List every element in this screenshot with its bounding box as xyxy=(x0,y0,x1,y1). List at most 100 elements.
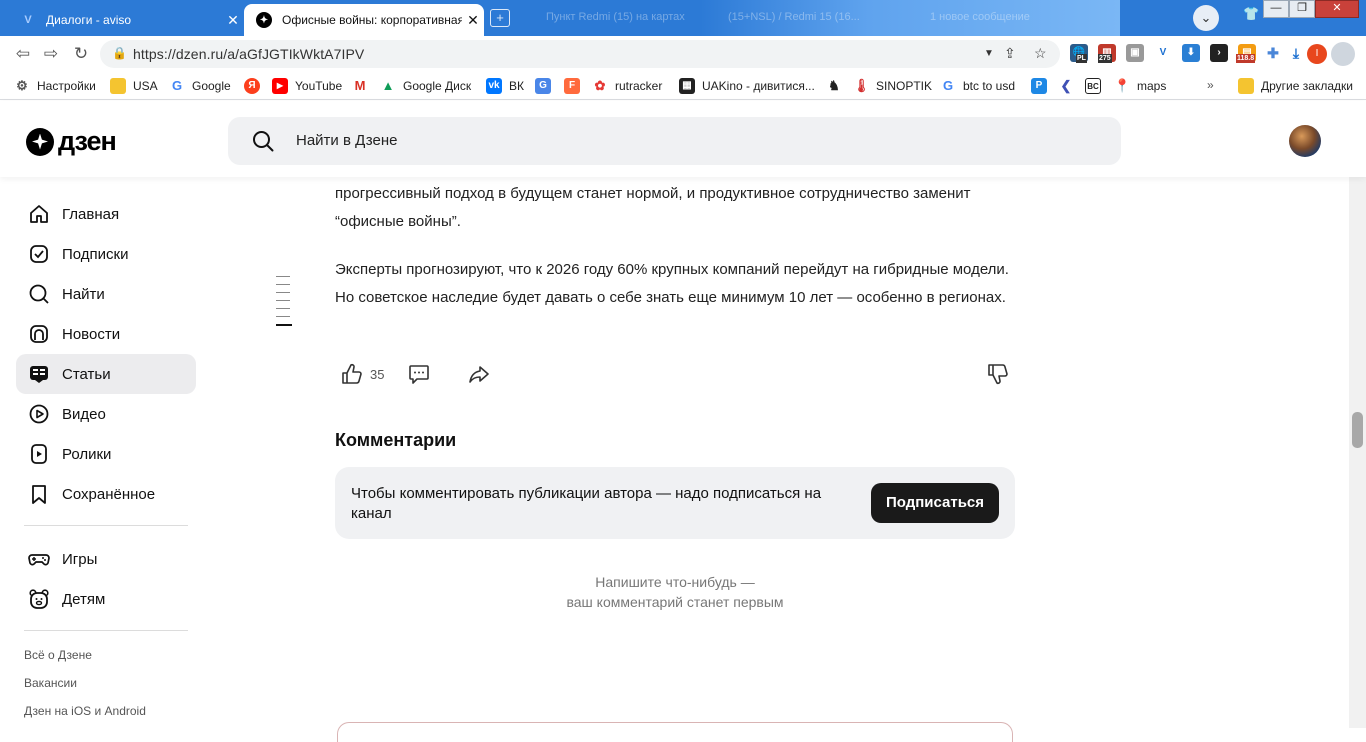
bookmarks-overflow-button[interactable]: » xyxy=(1207,78,1214,92)
browser-toolbar: ⇦ ⇨ ↻ 🔒 https://dzen.ru/a/aGfJGTIkWktA7I… xyxy=(0,36,1366,72)
share-icon[interactable]: ⇪ xyxy=(1004,45,1016,62)
sidebar-item-news[interactable]: Новости xyxy=(16,314,196,354)
sidebar-item-subscriptions[interactable]: Подписки xyxy=(16,234,196,274)
yandex-icon: Я xyxy=(244,78,260,94)
bookmark-chess[interactable]: ♞ xyxy=(826,78,849,94)
bookmark-f[interactable]: F xyxy=(564,78,587,94)
home-icon xyxy=(30,205,48,223)
tab-close-icon[interactable]: ✕ xyxy=(462,12,484,29)
lock-icon[interactable]: 🔒 xyxy=(112,46,127,60)
briefcase-extension-icon[interactable]: ▣ xyxy=(1126,44,1144,62)
tab-title: Диалоги - aviso xyxy=(46,13,132,27)
bookmark-youtube[interactable]: ▶ YouTube xyxy=(272,78,342,94)
bookmark-google[interactable]: G Google xyxy=(169,78,231,94)
bookmark-translate[interactable]: G xyxy=(535,78,558,94)
sidebar-item-video[interactable]: Видео xyxy=(16,394,196,434)
bookmark-usa[interactable]: USA xyxy=(110,78,158,94)
background-tab-label: Пункт Redmi (15) на картах xyxy=(546,11,685,23)
tab-title: Офисные войны: корпоративная xyxy=(282,13,462,27)
minimize-button[interactable]: — xyxy=(1263,0,1289,18)
maximize-button[interactable]: ❐ xyxy=(1289,0,1315,18)
chess-icon: ♞ xyxy=(828,78,840,93)
star-icon[interactable]: ☆ xyxy=(1034,45,1047,62)
bookmark-btc-to-usd[interactable]: Gbtc to usd xyxy=(940,78,1015,94)
dislike-button[interactable] xyxy=(986,362,1010,386)
bookmark-p[interactable]: P xyxy=(1031,78,1054,94)
sidebar-item-games[interactable]: Игры xyxy=(16,539,196,579)
bookmark-uakino[interactable]: ▦ UAKino - дивитися... xyxy=(679,78,815,94)
url-text[interactable]: https://dzen.ru/a/aGfJGTIkWktA7IPV xyxy=(133,46,364,62)
terminal-extension-icon[interactable]: › xyxy=(1210,44,1228,62)
sidebar-item-search[interactable]: Найти xyxy=(16,274,196,314)
download-extension-icon[interactable]: ⬇ xyxy=(1182,44,1200,62)
bookmark-yandex[interactable]: Я xyxy=(244,78,267,94)
comment-input-card[interactable] xyxy=(337,722,1013,742)
sidebar-item-label: Найти xyxy=(62,285,105,303)
account-avatar[interactable]: I xyxy=(1307,44,1327,64)
footer-link-about[interactable]: Всё о Дзене xyxy=(24,648,92,662)
bookmark-google-drive[interactable]: ▲ Google Диск xyxy=(380,78,472,94)
counter-extension-icon[interactable]: ▥ 275 xyxy=(1098,44,1116,63)
bookmark-vk[interactable]: vk ВК xyxy=(486,78,524,94)
like-button[interactable]: 35 xyxy=(340,362,384,386)
sidebar-item-kids[interactable]: Детям xyxy=(16,579,196,619)
forward-button[interactable]: ⇨ xyxy=(40,44,62,64)
comment-button[interactable] xyxy=(407,362,431,386)
v-extension-icon[interactable]: V xyxy=(1154,44,1172,62)
sidebar-item-home[interactable]: Главная xyxy=(16,194,196,234)
article-paragraph: Эксперты прогнозируют, что к 2026 году 6… xyxy=(335,261,1009,306)
thermometer-icon: 🌡 xyxy=(853,78,870,93)
back-button[interactable]: ⇦ xyxy=(12,44,34,64)
background-tab-label: (15+NSL) / Redmi 15 (16... xyxy=(728,11,860,23)
tab-close-icon[interactable]: ✕ xyxy=(222,12,244,29)
bookmark-settings[interactable]: ⚙ Настройки xyxy=(14,78,96,94)
sidebar-item-clips[interactable]: Ролики xyxy=(16,434,196,474)
subscribe-button[interactable]: Подписаться xyxy=(871,483,999,523)
sidebar-item-articles[interactable]: Статьи xyxy=(16,354,196,394)
gmail-icon: M xyxy=(354,78,366,93)
globe-pl-extension-icon[interactable]: 🌐 PL xyxy=(1070,44,1088,63)
bookmark-rutracker[interactable]: ✿ rutracker xyxy=(592,78,663,94)
sidebar-item-label: Видео xyxy=(62,405,106,423)
other-bookmarks[interactable]: Другие закладки xyxy=(1238,78,1353,94)
share-button[interactable] xyxy=(467,362,491,386)
puzzle-extensions-icon[interactable]: ✚ xyxy=(1264,44,1282,62)
user-avatar[interactable] xyxy=(1289,125,1321,157)
tab-aviso[interactable]: V Диалоги - aviso ✕ xyxy=(8,4,244,36)
p-icon: P xyxy=(1031,78,1047,94)
translate-icon: G xyxy=(535,78,551,94)
sidebar-divider xyxy=(24,525,188,526)
sidebar-item-saved[interactable]: Сохранённое xyxy=(16,474,196,514)
f-icon: F xyxy=(564,78,580,94)
bookmark-dev[interactable]: ❮ xyxy=(1058,78,1081,94)
google-drive-icon: ▲ xyxy=(381,78,395,93)
price-extension-icon[interactable]: ▤ 118.8 xyxy=(1236,44,1256,63)
browser-menu-button[interactable] xyxy=(1331,42,1355,66)
sidebar-item-label: Подписки xyxy=(62,245,129,263)
sidebar-item-label: Ролики xyxy=(62,445,112,463)
downloads-icon[interactable]: ⤓ xyxy=(1287,44,1305,62)
tab-search-button[interactable]: ⌄ xyxy=(1193,5,1219,31)
tab-dzen-article[interactable]: ✦ Офисные войны: корпоративная ✕ xyxy=(244,4,484,36)
new-tab-button[interactable]: + xyxy=(490,9,510,27)
reload-button[interactable]: ↻ xyxy=(70,44,92,64)
uakino-icon: ▦ xyxy=(679,78,695,94)
bookmark-bc[interactable]: BC xyxy=(1085,78,1108,94)
footer-link-jobs[interactable]: Вакансии xyxy=(24,676,77,690)
scrollbar-thumb[interactable] xyxy=(1352,412,1363,448)
footer-link-apps[interactable]: Дзен на iOS и Android xyxy=(24,704,146,718)
gear-icon: ⚙ xyxy=(16,78,28,93)
bookmark-icon xyxy=(32,485,46,504)
thumbs-up-icon xyxy=(342,363,362,384)
address-bar[interactable]: 🔒 https://dzen.ru/a/aGfJGTIkWktA7IPV ▼ ⇪… xyxy=(100,40,1060,68)
reading-progress-indicator[interactable] xyxy=(276,276,292,333)
dropdown-icon[interactable]: ▼ xyxy=(984,48,994,59)
bookmark-sinoptik[interactable]: 🌡 SINOPTIK xyxy=(853,78,932,94)
close-window-button[interactable]: ✕ xyxy=(1315,0,1359,18)
dzen-logo[interactable]: дзен xyxy=(26,126,117,157)
search-input[interactable]: Найти в Дзене xyxy=(228,117,1121,165)
bookmark-maps[interactable]: 📍 maps xyxy=(1114,78,1166,94)
page-scrollbar[interactable] xyxy=(1349,101,1366,728)
like-count: 35 xyxy=(370,366,385,382)
bookmark-gmail[interactable]: M xyxy=(352,78,375,94)
